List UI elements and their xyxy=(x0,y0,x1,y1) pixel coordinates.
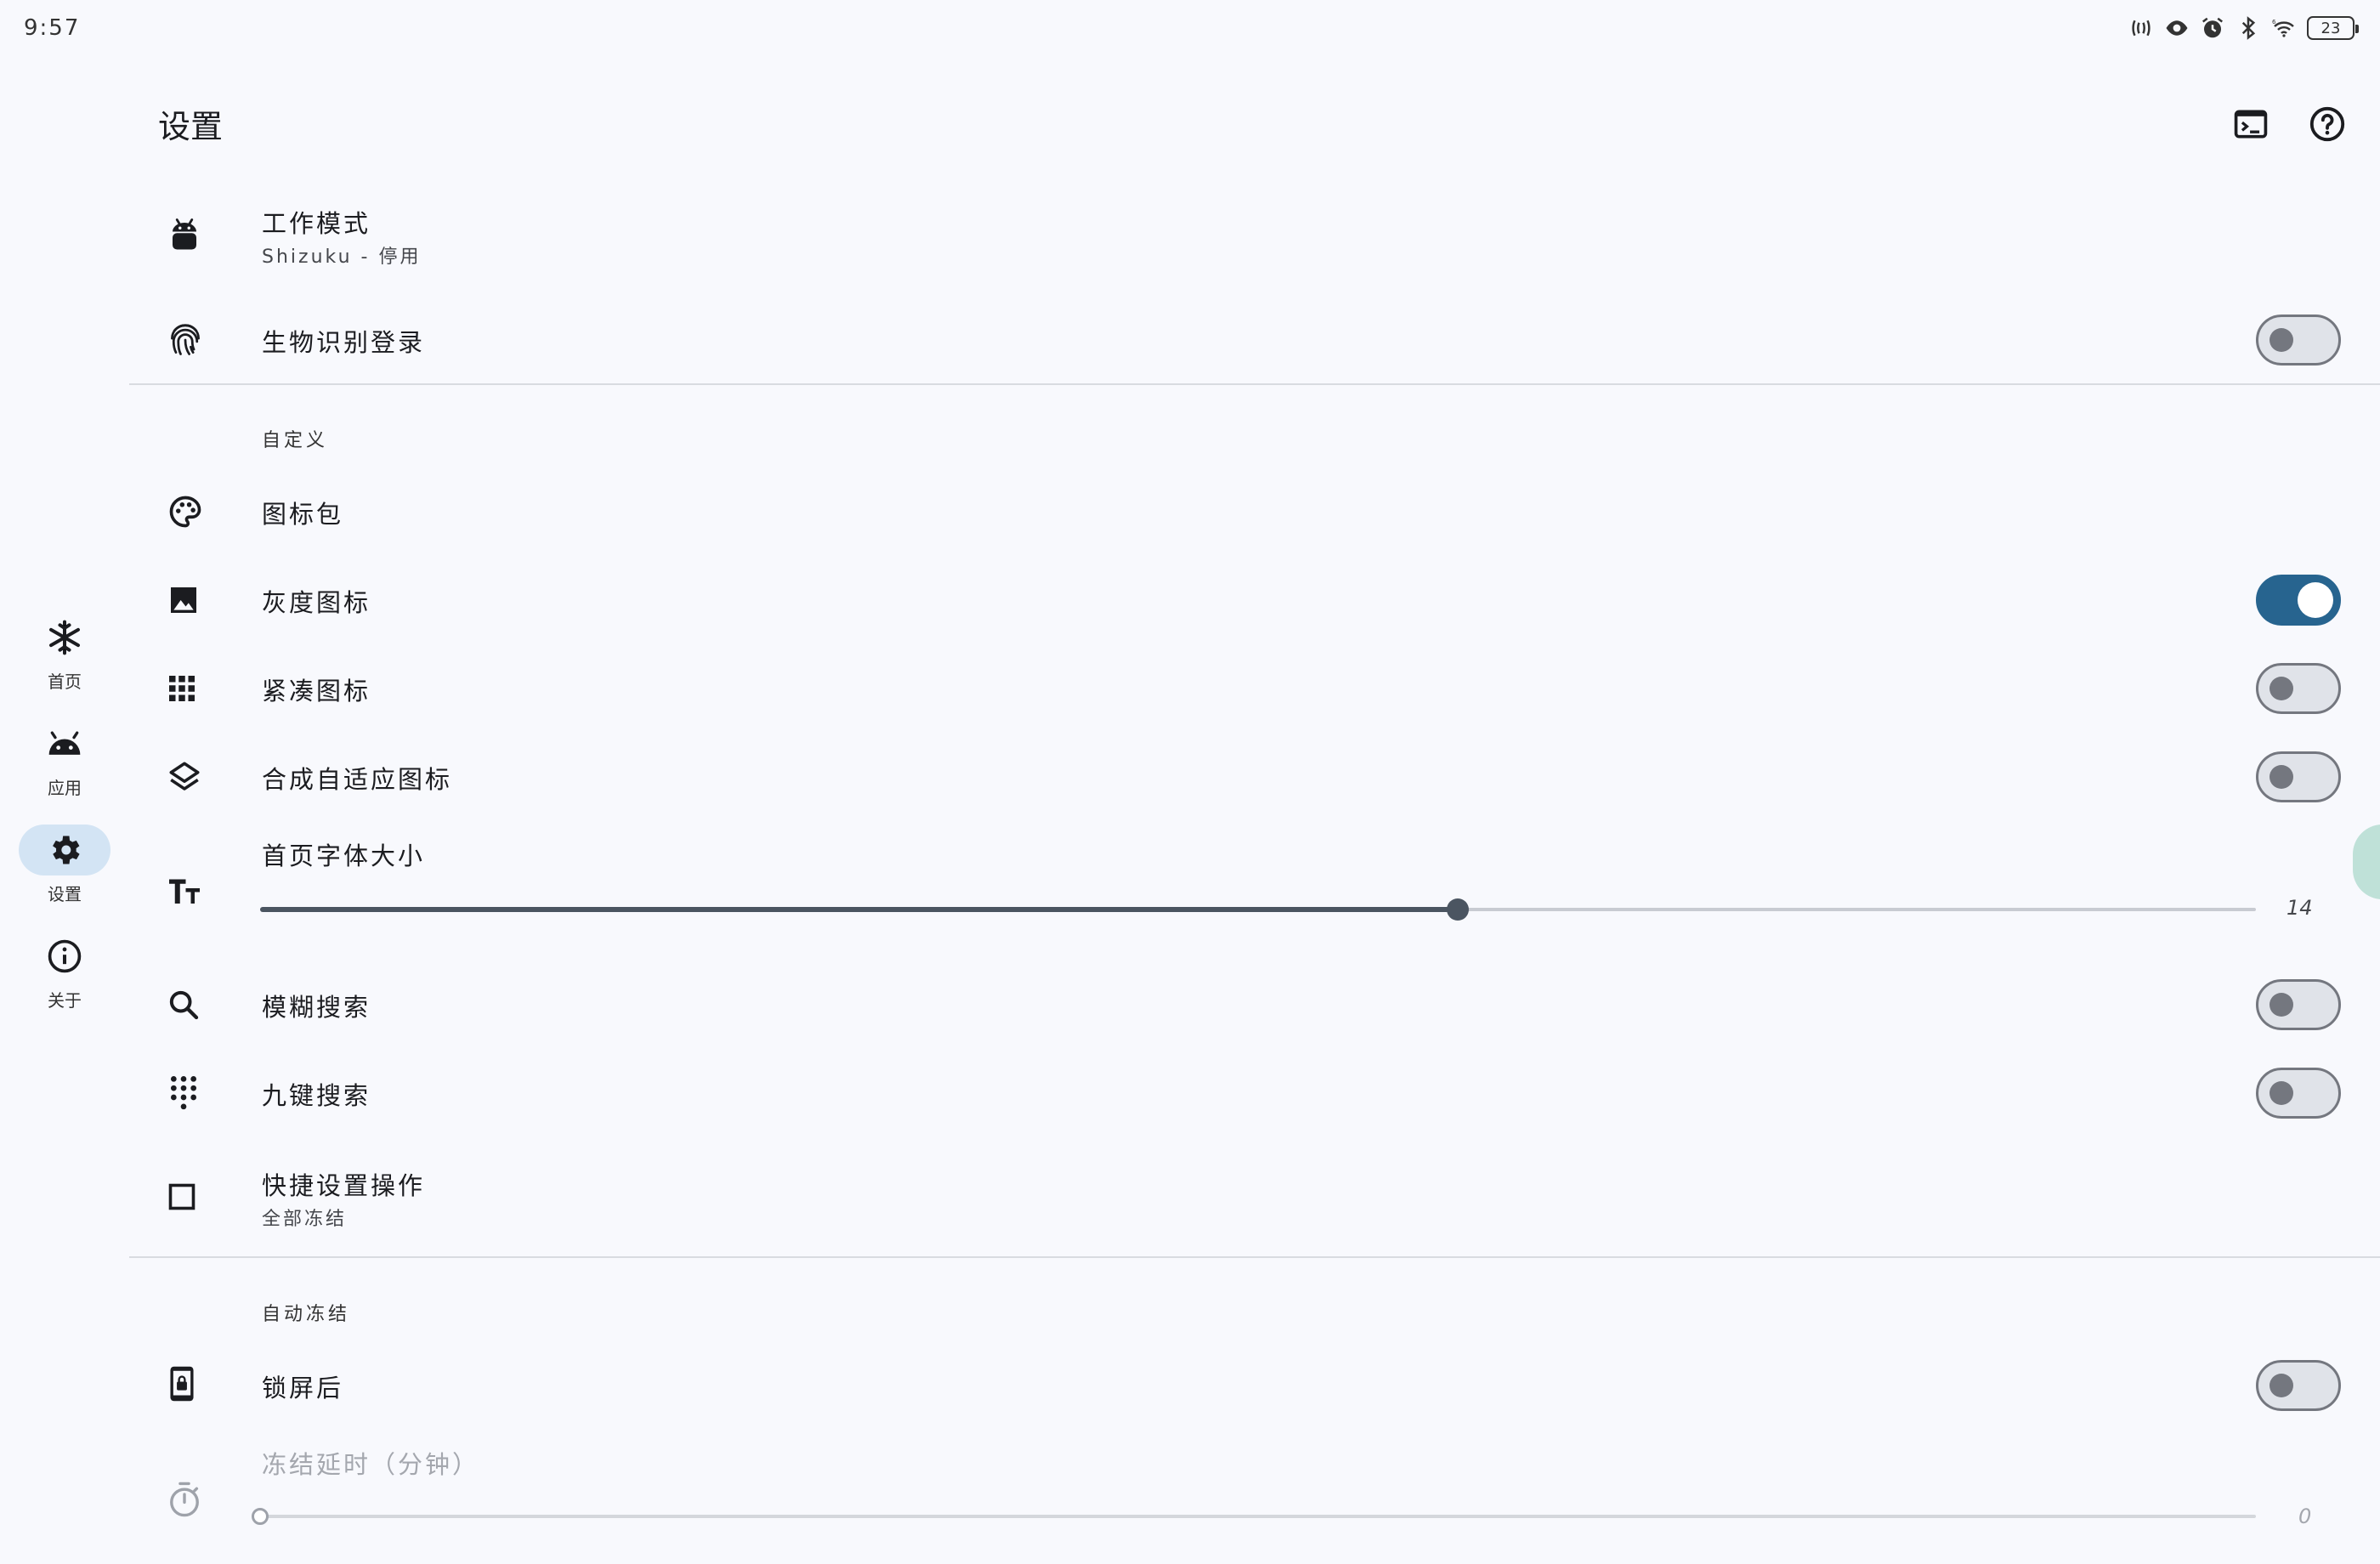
freeze-delay-title: 冻结延时（分钟） xyxy=(262,1450,480,1479)
compact-icons-title: 紧凑图标 xyxy=(262,677,371,706)
rail-label-apps: 应用 xyxy=(48,778,82,798)
fuzzy-search-switch[interactable] xyxy=(2256,979,2341,1030)
rail-item-about[interactable]: 关于 xyxy=(19,931,110,1012)
checkbox-outline-icon xyxy=(167,1176,197,1217)
battery-icon: 23 xyxy=(2307,16,2359,40)
status-time: 9:57 xyxy=(24,15,81,41)
info-icon xyxy=(48,939,82,973)
slider-active-track xyxy=(260,907,1458,912)
quick-setting-subtitle: 全部冻结 xyxy=(262,1209,348,1230)
auto-freeze-section-header: 自动冻结 xyxy=(262,1304,351,1325)
rail-label-about: 关于 xyxy=(48,990,82,1011)
rail-label-settings: 设置 xyxy=(48,884,82,904)
monochrome-photo-icon xyxy=(167,580,201,620)
terminal-icon xyxy=(2234,110,2268,139)
terminal-button[interactable] xyxy=(2227,100,2275,148)
grid-icon xyxy=(167,668,197,709)
t9-search-title: 九键搜索 xyxy=(262,1081,371,1110)
android-icon xyxy=(48,731,81,755)
font-size-value: 14 xyxy=(2286,896,2313,920)
biometric-row[interactable] xyxy=(129,306,2210,374)
help-icon xyxy=(2309,106,2345,142)
page-title: 设置 xyxy=(158,108,224,145)
gear-icon xyxy=(53,836,80,864)
font-size-title: 首页字体大小 xyxy=(262,842,426,870)
customize-section-header: 自定义 xyxy=(262,430,329,451)
floating-edge-handle[interactable] xyxy=(2353,824,2380,899)
fuzzy-search-row[interactable] xyxy=(129,971,2210,1039)
freeze-delay-value: 0 xyxy=(2298,1504,2312,1528)
help-button[interactable] xyxy=(2304,100,2351,148)
rail-item-apps[interactable]: 应用 xyxy=(19,718,110,799)
wifi-6-icon: 6 xyxy=(2272,19,2294,37)
search-icon xyxy=(167,984,201,1025)
compact-icons-switch[interactable] xyxy=(2256,663,2341,714)
icon-pack-title: 图标包 xyxy=(262,500,344,529)
android-robot-icon xyxy=(167,214,202,255)
rail-item-home[interactable]: 首页 xyxy=(19,612,110,693)
after-lock-row[interactable] xyxy=(129,1352,2210,1420)
compact-icons-row[interactable] xyxy=(129,656,2210,724)
eye-icon xyxy=(2166,20,2188,36)
slider-track xyxy=(260,1515,2256,1518)
palette-icon xyxy=(167,491,204,532)
freeze-delay-slider[interactable] xyxy=(252,1503,2256,1530)
fingerprint-icon xyxy=(167,320,204,360)
adaptive-icons-switch[interactable] xyxy=(2256,751,2341,802)
alarm-icon xyxy=(2202,17,2223,38)
status-icons: 6 23 xyxy=(2128,15,2359,41)
t9-search-row[interactable] xyxy=(129,1059,2210,1127)
font-size-slider[interactable] xyxy=(260,894,2256,925)
snowflake-icon xyxy=(49,620,80,655)
biometric-switch[interactable] xyxy=(2256,314,2341,366)
work-mode-title: 工作模式 xyxy=(262,209,371,238)
after-lock-title: 锁屏后 xyxy=(262,1374,344,1402)
slider-thumb[interactable] xyxy=(252,1508,269,1525)
rail-label-home: 首页 xyxy=(48,672,82,692)
t9-search-switch[interactable] xyxy=(2256,1068,2341,1119)
quick-setting-row[interactable] xyxy=(129,1156,2380,1241)
dialpad-icon xyxy=(167,1073,201,1114)
icon-pack-row[interactable] xyxy=(129,480,2380,548)
phone-lock-icon xyxy=(167,1363,197,1404)
divider xyxy=(129,1256,2380,1258)
rail-item-settings[interactable]: 设置 xyxy=(19,824,110,905)
divider xyxy=(129,383,2380,385)
layers-icon xyxy=(167,756,202,797)
fuzzy-search-title: 模糊搜索 xyxy=(262,993,371,1022)
adaptive-icons-title: 合成自适应图标 xyxy=(262,765,453,794)
bluetooth-icon xyxy=(2241,16,2256,40)
svg-text:6: 6 xyxy=(2272,19,2276,26)
grayscale-icons-switch[interactable] xyxy=(2256,575,2341,626)
biometric-title: 生物识别登录 xyxy=(262,328,426,357)
grayscale-icons-title: 灰度图标 xyxy=(262,588,371,617)
timer-icon xyxy=(167,1479,202,1520)
work-mode-row[interactable] xyxy=(129,192,2380,277)
work-mode-subtitle: Shizuku - 停用 xyxy=(262,246,422,268)
grayscale-icons-row[interactable] xyxy=(129,568,2210,636)
text-size-icon xyxy=(167,870,202,911)
quick-setting-title: 快捷设置操作 xyxy=(262,1171,426,1200)
after-lock-switch[interactable] xyxy=(2256,1360,2341,1411)
slider-thumb[interactable] xyxy=(1446,898,1469,921)
nfc-icon xyxy=(2132,20,2150,37)
